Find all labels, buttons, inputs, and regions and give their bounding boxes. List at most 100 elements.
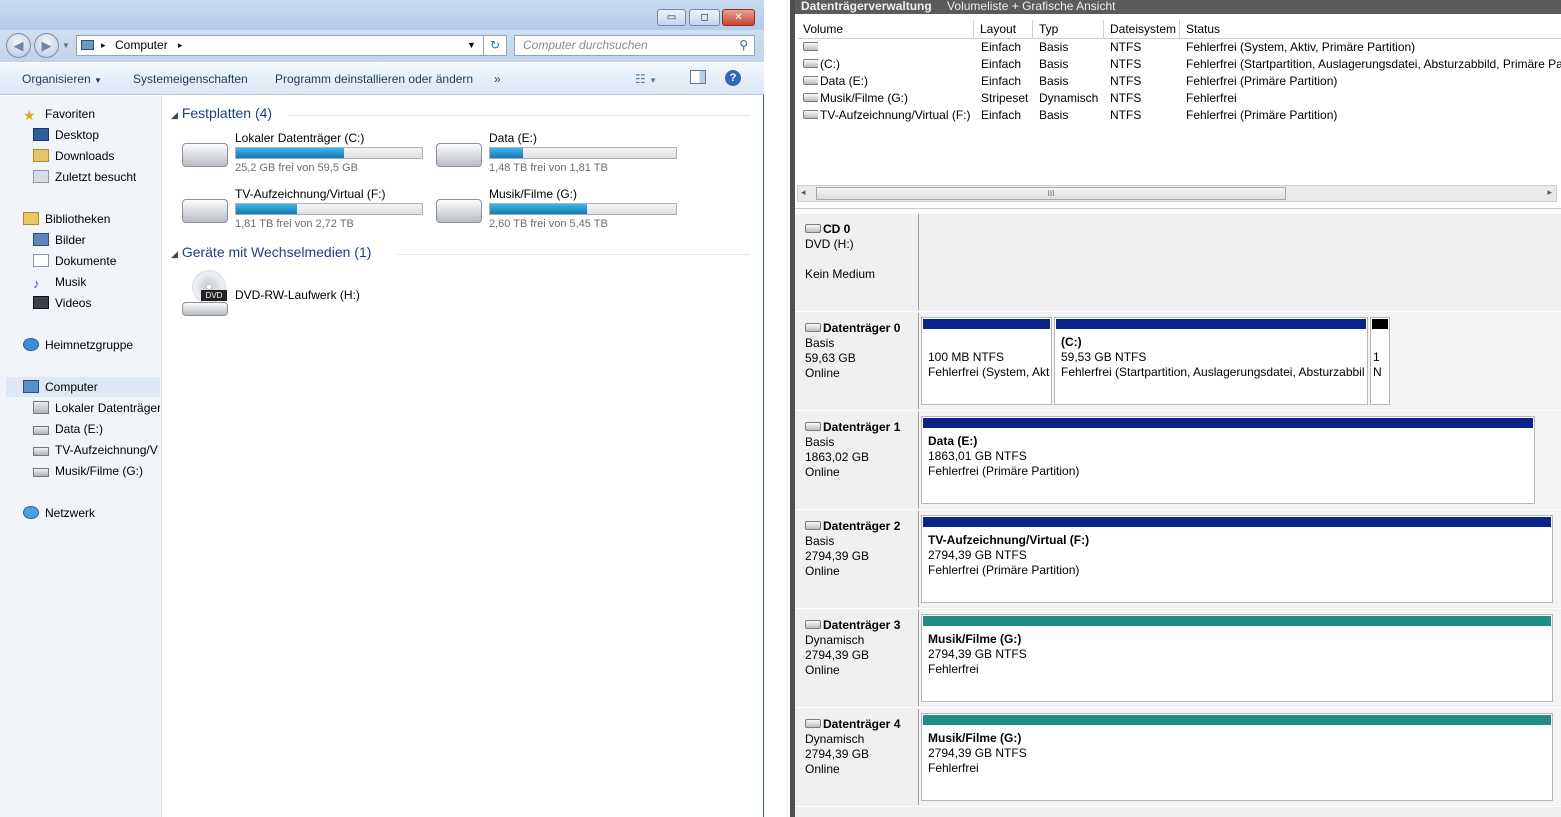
- disk-area-4: Musik/Filme (G:) 2794,39 GB NTFS Fehlerf…: [919, 709, 1561, 805]
- dm-subtitle: Volumeliste + Grafische Ansicht: [947, 0, 1116, 13]
- volume-row[interactable]: (C:) Einfach Basis NTFS Fehlerfrei (Star…: [795, 56, 1561, 73]
- volume-g-stripe-1[interactable]: Musik/Filme (G:) 2794,39 GB NTFS Fehlerf…: [921, 614, 1553, 702]
- column-header-volume[interactable]: Volume: [798, 20, 974, 38]
- nav-videos[interactable]: Videos: [33, 293, 91, 313]
- maximize-button[interactable]: ◻: [689, 9, 720, 26]
- disk-label-3[interactable]: Datenträger 3 Dynamisch 2794,39 GB Onlin…: [795, 610, 919, 706]
- volume-row[interactable]: TV-Aufzeichnung/Virtual (F:) Einfach Bas…: [795, 107, 1561, 124]
- nav-drive-e[interactable]: Data (E:): [33, 419, 103, 439]
- nav-label: TV-Aufzeichnung/V: [55, 443, 158, 457]
- column-header-status[interactable]: Status: [1181, 20, 1561, 38]
- partition-info: (C:) 59,53 GB NTFS Fehlerfrei (Startpart…: [1055, 330, 1367, 380]
- volume-name: [820, 39, 975, 56]
- view-options-icon[interactable]: ☷ ▼: [635, 72, 657, 86]
- collapse-triangle-icon[interactable]: ◢: [171, 249, 178, 259]
- column-header-type[interactable]: Typ: [1034, 20, 1104, 38]
- minimize-button[interactable]: ▭: [657, 9, 686, 26]
- nav-network[interactable]: Netzwerk: [23, 503, 95, 523]
- search-placeholder: Computer durchsuchen: [523, 38, 648, 52]
- preview-pane-icon[interactable]: [690, 70, 706, 84]
- back-button[interactable]: ◀: [6, 33, 31, 58]
- nav-desktop[interactable]: Desktop: [33, 125, 99, 145]
- search-icon[interactable]: ⚲: [739, 36, 748, 55]
- partition-f[interactable]: TV-Aufzeichnung/Virtual (F:) 2794,39 GB …: [921, 515, 1553, 603]
- nav-recent[interactable]: Zuletzt besucht: [33, 167, 136, 187]
- drive-tile-c[interactable]: Lokaler Datenträger (C:) 25,2 GB frei vo…: [182, 131, 427, 183]
- drive-name: Data (E:): [489, 131, 538, 145]
- volume-layout: Einfach: [981, 57, 1022, 71]
- column-header-filesystem[interactable]: Dateisystem: [1105, 20, 1180, 38]
- nav-drive-f[interactable]: TV-Aufzeichnung/V: [33, 440, 160, 460]
- volume-name: Musik/Filme (G:): [820, 91, 908, 105]
- drive-tile-e[interactable]: Data (E:) 1,48 TB frei von 1,81 TB: [436, 131, 681, 183]
- breadcrumb-chevron-icon[interactable]: ▸: [178, 36, 183, 55]
- partition-system-reserved[interactable]: 100 MB NTFS Fehlerfrei (System, Akt: [921, 317, 1052, 405]
- group-hard-disks-header[interactable]: ◢ Festplatten (4): [171, 105, 272, 121]
- partition-size: 2794,39 GB NTFS: [928, 647, 1027, 661]
- drive-free-space: 1,81 TB frei von 2,72 TB: [235, 218, 354, 230]
- nav-pictures[interactable]: Bilder: [33, 230, 86, 250]
- nav-favorites[interactable]: ★ Favoriten: [23, 104, 95, 124]
- search-input[interactable]: Computer durchsuchen ⚲: [514, 35, 755, 56]
- volume-row[interactable]: Musik/Filme (G:) Stripeset Dynamisch NTF…: [795, 90, 1561, 107]
- nav-downloads[interactable]: Downloads: [33, 146, 114, 166]
- scrollbar-thumb[interactable]: III: [816, 187, 1286, 200]
- disk-management-header: Datenträgerverwaltung Volumeliste + Graf…: [795, 0, 1561, 14]
- volume-type: Basis: [1039, 108, 1069, 122]
- scroll-right-icon[interactable]: ▸: [1547, 187, 1552, 198]
- disk-label-4[interactable]: Datenträger 4 Dynamisch 2794,39 GB Onlin…: [795, 709, 919, 805]
- scroll-left-icon[interactable]: ◂: [801, 187, 806, 198]
- partition-size: 2794,39 GB NTFS: [928, 746, 1027, 760]
- disk-label-cd0[interactable]: CD 0 DVD (H:) Kein Medium: [795, 214, 919, 310]
- partition-unallocated[interactable]: 1 N: [1370, 317, 1390, 405]
- homegroup-icon: [23, 338, 39, 351]
- column-header-layout[interactable]: Layout: [975, 20, 1033, 38]
- command-bar: Organisieren ▼ Systemeigenschaften Progr…: [0, 62, 764, 95]
- hard-disk-icon: [805, 323, 821, 332]
- help-icon[interactable]: ?: [725, 70, 741, 86]
- partition-c[interactable]: (C:) 59,53 GB NTFS Fehlerfrei (Startpart…: [1054, 317, 1368, 405]
- disk-status: Online: [805, 366, 840, 380]
- drive-tile-f[interactable]: TV-Aufzeichnung/Virtual (F:) 1,81 TB fre…: [182, 187, 427, 239]
- group-divider: [288, 115, 750, 116]
- volume-g-stripe-2[interactable]: Musik/Filme (G:) 2794,39 GB NTFS Fehlerf…: [921, 713, 1553, 801]
- partition-e[interactable]: Data (E:) 1863,01 GB NTFS Fehlerfrei (Pr…: [921, 416, 1535, 504]
- nav-drive-g[interactable]: Musik/Filme (G:): [33, 461, 143, 481]
- disk-status: Online: [805, 663, 840, 677]
- address-dropdown-icon[interactable]: ▼: [467, 36, 476, 55]
- system-properties-button[interactable]: Systemeigenschaften: [133, 72, 248, 86]
- breadcrumb-chevron-icon[interactable]: ▸: [101, 36, 106, 55]
- nav-libraries[interactable]: Bibliotheken: [23, 209, 110, 229]
- nav-drive-c[interactable]: Lokaler Datenträger: [33, 398, 160, 418]
- recent-pages-dropdown-icon[interactable]: ▼: [62, 41, 70, 50]
- disk-label-0[interactable]: Datenträger 0 Basis 59,63 GB Online: [795, 313, 919, 409]
- more-commands-button[interactable]: »: [494, 72, 501, 86]
- partition-info: Musik/Filme (G:) 2794,39 GB NTFS Fehlerf…: [922, 627, 1552, 677]
- volume-row[interactable]: Einfach Basis NTFS Fehlerfrei (System, A…: [795, 39, 1561, 56]
- address-bar[interactable]: ▸ Computer ▸ ▼: [76, 35, 506, 56]
- disk-row-2: Datenträger 2 Basis 2794,39 GB Online TV…: [795, 511, 1561, 609]
- nav-homegroup[interactable]: Heimnetzgruppe: [23, 335, 133, 355]
- refresh-button[interactable]: ↻: [483, 35, 507, 56]
- drive-usage-bar: [235, 147, 423, 159]
- group-removable-header[interactable]: ◢ Geräte mit Wechselmedien (1): [171, 244, 371, 260]
- drive-tile-dvd[interactable]: DVD DVD-RW-Laufwerk (H:): [182, 270, 427, 322]
- drive-tile-g[interactable]: Musik/Filme (G:) 2,60 TB frei von 5,45 T…: [436, 187, 681, 239]
- partition-status: Fehlerfrei (System, Akt: [928, 365, 1050, 379]
- nav-computer[interactable]: Computer: [6, 377, 160, 397]
- close-button[interactable]: ✕: [722, 9, 755, 26]
- horizontal-scrollbar[interactable]: ◂ III ▸: [797, 185, 1557, 202]
- computer-icon: [23, 380, 39, 393]
- group-title: Geräte mit Wechselmedien (1): [181, 244, 372, 260]
- disk-label-1[interactable]: Datenträger 1 Basis 1863,02 GB Online: [795, 412, 919, 508]
- disk-label-2[interactable]: Datenträger 2 Basis 2794,39 GB Online: [795, 511, 919, 607]
- forward-button[interactable]: ▶: [34, 33, 59, 58]
- breadcrumb-computer[interactable]: Computer: [115, 36, 168, 55]
- nav-music[interactable]: ♪ Musik: [33, 272, 86, 292]
- nav-documents[interactable]: Dokumente: [33, 251, 116, 271]
- collapse-triangle-icon[interactable]: ◢: [171, 110, 178, 120]
- uninstall-program-button[interactable]: Programm deinstallieren oder ändern: [275, 72, 473, 86]
- organize-menu[interactable]: Organisieren ▼: [22, 72, 102, 86]
- volume-row[interactable]: Data (E:) Einfach Basis NTFS Fehlerfrei …: [795, 73, 1561, 90]
- music-note-icon: ♪: [33, 276, 40, 291]
